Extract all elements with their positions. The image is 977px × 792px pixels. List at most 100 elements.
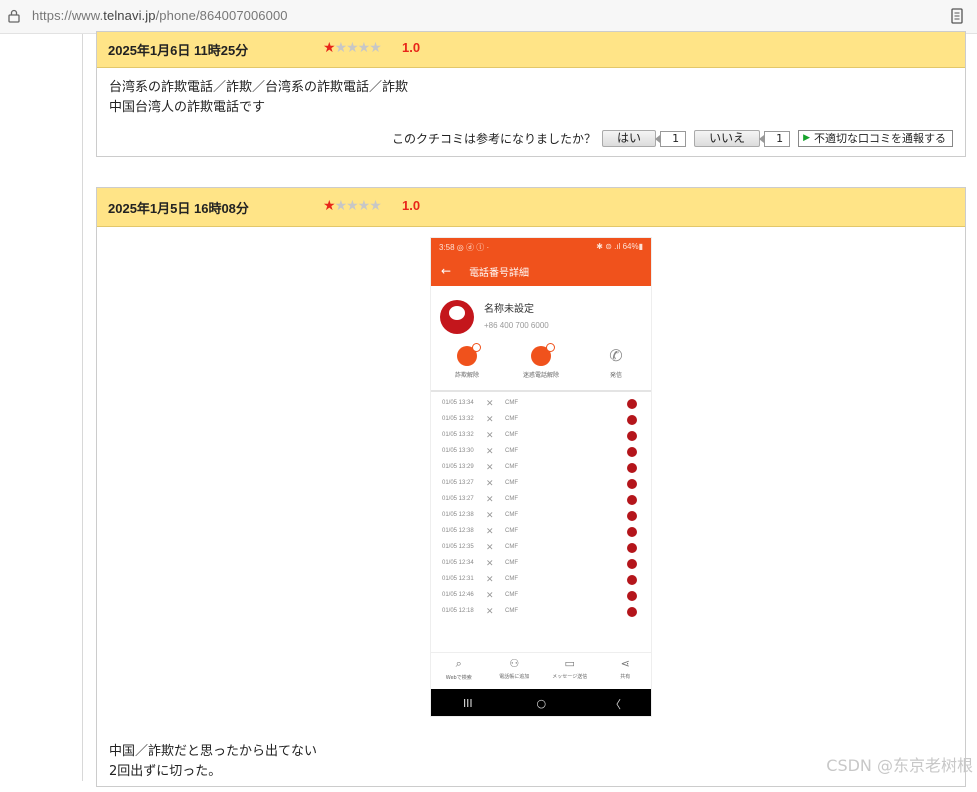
home-icon: ○ [536, 697, 547, 710]
reader-mode-icon[interactable] [951, 8, 963, 24]
call-time: 01/05 13:27 [442, 480, 474, 486]
call-time: 01/05 12:46 [442, 592, 474, 598]
user-icon [627, 399, 637, 409]
user-icon [627, 607, 637, 617]
phone-actions: 詐欺解除 迷惑電話解除 ✆ 発信 [431, 342, 651, 392]
play-triangle-icon: ▶ [803, 133, 810, 143]
review-line: 台湾系の詐欺電話／詐欺／台湾系の詐欺電話／詐欺 [109, 80, 409, 95]
call-log-row: 01/05 12:31 ✕ CMF [431, 572, 651, 588]
back-icon: 〈 [610, 697, 622, 711]
review-date: 2025年1月6日 11時25分 [108, 43, 249, 58]
call-label: CMF [505, 416, 518, 422]
call-log-row: 01/05 12:38 ✕ CMF [431, 524, 651, 540]
star-filled-icon: ★ [323, 197, 336, 213]
call-label: CMF [505, 464, 518, 470]
phone-action-unblock-spam: 迷惑電話解除 [511, 343, 571, 379]
call-label: CMF [505, 608, 518, 614]
address-bar[interactable]: https://www.telnavi.jp/phone/86400700600… [0, 0, 977, 34]
missed-call-icon: ✕ [486, 526, 494, 536]
user-icon [627, 479, 637, 489]
user-icon [627, 511, 637, 521]
message-icon: ▭ [564, 657, 575, 670]
phone-app-title: 電話番号詳細 [469, 267, 530, 279]
call-log-row: 01/05 12:18 ✕ CMF [431, 604, 651, 620]
star-rating: ★★★★★ [323, 197, 382, 214]
call-time: 01/05 12:35 [442, 544, 474, 550]
call-label: CMF [505, 544, 518, 550]
phone-hangup-icon [457, 343, 481, 366]
user-icon [627, 543, 637, 553]
star-empty-icon: ★★★★ [334, 39, 382, 55]
missed-call-icon: ✕ [486, 478, 494, 488]
missed-call-icon: ✕ [486, 398, 494, 408]
phone-action-unblock-fraud: 詐欺解除 [437, 343, 497, 379]
left-column-border [82, 34, 83, 781]
review-line: 2回出ずに切った。 [109, 764, 222, 779]
call-label: CMF [505, 400, 518, 406]
attached-phone-screenshot[interactable]: 3:58 ◎ ⓓ ⓛ · ✱ ⊜ .ıl 64%▮ ← 電話番号詳細 名称未設定… [430, 237, 652, 717]
missed-call-icon: ✕ [486, 542, 494, 552]
missed-call-icon: ✕ [486, 510, 494, 520]
contact-name: 名称未設定 [484, 304, 534, 315]
phone-action-call: ✆ 発信 [586, 346, 646, 379]
call-label: CMF [505, 528, 518, 534]
call-log-row: 01/05 13:29 ✕ CMF [431, 460, 651, 476]
search-icon: ⌕ [455, 657, 462, 670]
call-time: 01/05 12:38 [442, 528, 474, 534]
call-label: CMF [505, 496, 518, 502]
avatar [440, 300, 474, 334]
call-time: 01/05 13:34 [442, 400, 474, 406]
star-empty-icon: ★★★★ [334, 197, 382, 213]
phone-nav-message: ▭ メッセージ送信 [545, 653, 595, 688]
phone-nav-share: ⋖ 共有 [600, 653, 650, 688]
review-text: 台湾系の詐欺電話／詐欺／台湾系の詐欺電話／詐欺 中国台湾人の詐欺電話です [97, 68, 965, 128]
review-text: 中国／詐欺だと思ったから出てない 2回出ずに切った。 [97, 732, 329, 792]
call-log-row: 01/05 13:30 ✕ CMF [431, 444, 651, 460]
user-icon [627, 495, 637, 505]
url-text[interactable]: https://www.telnavi.jp/phone/86400700600… [32, 8, 288, 23]
user-icon [627, 575, 637, 585]
user-icon [627, 463, 637, 473]
vote-no-count: 1 [759, 130, 791, 147]
review-score: 1.0 [402, 198, 421, 213]
missed-call-icon: ✕ [486, 414, 494, 424]
review-date: 2025年1月5日 16時08分 [108, 201, 249, 216]
review-line: 中国台湾人の詐欺電話です [109, 100, 266, 115]
missed-call-icon: ✕ [486, 606, 494, 616]
user-icon [627, 431, 637, 441]
recents-icon: III [462, 697, 473, 710]
call-log-row: 01/05 13:32 ✕ CMF [431, 412, 651, 428]
call-log-row: 01/05 12:38 ✕ CMF [431, 508, 651, 524]
call-label: CMF [505, 592, 518, 598]
vote-yes-button[interactable]: はい [602, 130, 657, 147]
phone-call-log: 01/05 13:34 ✕ CMF 01/05 13:32 ✕ CMF 01/05 13:3… [431, 392, 651, 620]
user-icon [627, 559, 637, 569]
phone-nav-search: ⌕ Webで検索 [434, 653, 484, 688]
lock-icon [8, 9, 20, 23]
user-icon [627, 591, 637, 601]
review-line: 中国／詐欺だと思ったから出てない [109, 744, 318, 759]
call-time: 01/05 13:30 [442, 448, 474, 454]
phone-bottom-nav: ⌕ Webで検索 ⚇ 電話帳に追加 ▭ メッセージ送信 ⋖ 共有 [431, 652, 651, 688]
call-time: 01/05 13:27 [442, 496, 474, 502]
call-time: 01/05 12:31 [442, 576, 474, 582]
call-time: 01/05 12:34 [442, 560, 474, 566]
star-rating: ★★★★★ [323, 39, 382, 56]
contact-number: +86 400 700 6000 [484, 321, 549, 330]
call-time: 01/05 12:38 [442, 512, 474, 518]
call-log-row: 01/05 13:32 ✕ CMF [431, 428, 651, 444]
review-header: 2025年1月6日 11時25分 ★★★★★ 1.0 [97, 32, 965, 68]
call-log-row: 01/05 13:27 ✕ CMF [431, 476, 651, 492]
missed-call-icon: ✕ [486, 590, 494, 600]
missed-call-icon: ✕ [486, 494, 494, 504]
missed-call-icon: ✕ [486, 558, 494, 568]
report-button[interactable]: ▶ 不適切な口コミを通報する [798, 130, 953, 147]
call-time: 01/05 13:29 [442, 464, 474, 470]
review-score: 1.0 [402, 40, 421, 55]
call-label: CMF [505, 560, 518, 566]
phone-nav-add-contact: ⚇ 電話帳に追加 [489, 653, 539, 688]
phone-icon: ✆ [609, 346, 623, 365]
call-log-row: 01/05 12:46 ✕ CMF [431, 588, 651, 604]
missed-call-icon: ✕ [486, 430, 494, 440]
vote-no-button[interactable]: いいえ [694, 130, 761, 147]
